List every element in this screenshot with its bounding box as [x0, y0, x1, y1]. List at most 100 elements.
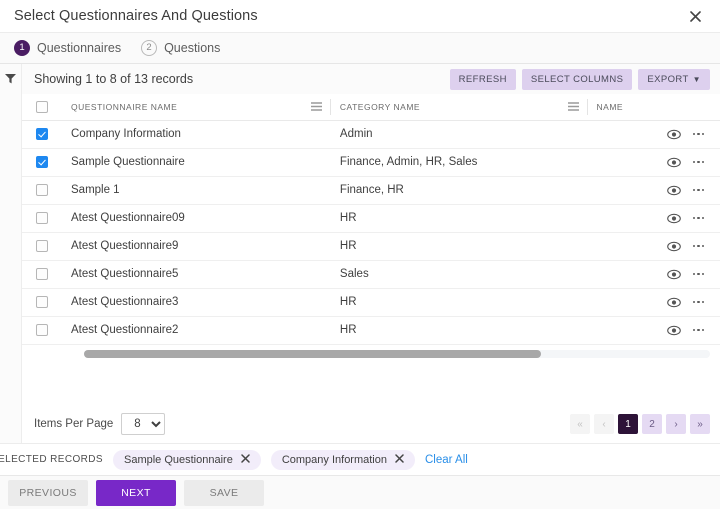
- column-name: NAME: [587, 94, 720, 120]
- column-menu-icon[interactable]: [568, 102, 579, 111]
- selected-chip[interactable]: Company Information: [271, 450, 415, 470]
- records-table: QUESTIONNAIRE NAME: [22, 94, 720, 345]
- more-options-icon[interactable]: [693, 217, 705, 220]
- row-checkbox[interactable]: [36, 296, 48, 308]
- pagination-controls: « ‹ 1 2 › »: [570, 414, 710, 434]
- select-questionnaires-dialog: Select Questionnaires And Questions 1 Qu…: [0, 0, 720, 509]
- row-checkbox-cell: [22, 288, 61, 316]
- eye-icon[interactable]: [667, 157, 681, 168]
- remove-chip-icon[interactable]: [395, 454, 404, 466]
- eye-icon[interactable]: [667, 325, 681, 336]
- cell-name: [587, 148, 720, 176]
- cell-name: [587, 316, 720, 344]
- eye-icon[interactable]: [667, 241, 681, 252]
- more-options-icon[interactable]: [693, 161, 705, 164]
- dialog-body: Showing 1 to 8 of 13 records REFRESH SEL…: [0, 64, 720, 443]
- more-options-icon[interactable]: [693, 189, 705, 192]
- step-2-badge: 2: [141, 40, 157, 56]
- selected-chip-label: Sample Questionnaire: [124, 454, 233, 466]
- cell-name: [587, 120, 720, 148]
- table-row[interactable]: Atest Questionnaire3 HR: [22, 288, 720, 316]
- cell-category-name: Finance, HR: [330, 176, 587, 204]
- cell-name: [587, 232, 720, 260]
- more-options-icon[interactable]: [693, 245, 705, 248]
- clear-all-link[interactable]: Clear All: [425, 454, 468, 466]
- row-checkbox[interactable]: [36, 212, 48, 224]
- cell-category-name: HR: [330, 232, 587, 260]
- scrollbar-thumb[interactable]: [84, 350, 541, 358]
- table-row[interactable]: Atest Questionnaire9 HR: [22, 232, 720, 260]
- row-checkbox-cell: [22, 260, 61, 288]
- selected-chip-label: Company Information: [282, 454, 387, 466]
- row-checkbox[interactable]: [36, 240, 48, 252]
- select-all-checkbox[interactable]: [36, 101, 48, 113]
- page-2-button[interactable]: 2: [642, 414, 662, 434]
- cell-questionnaire-name: Sample 1: [61, 176, 330, 204]
- cell-category-name: Admin: [330, 120, 587, 148]
- eye-icon[interactable]: [667, 269, 681, 280]
- toolbar-actions: REFRESH SELECT COLUMNS EXPORT▼: [450, 69, 710, 90]
- row-checkbox[interactable]: [36, 128, 48, 140]
- previous-page-button[interactable]: ‹: [594, 414, 614, 434]
- save-button[interactable]: SAVE: [184, 480, 264, 506]
- cell-questionnaire-name: Company Information: [61, 120, 330, 148]
- selected-chip[interactable]: Sample Questionnaire: [113, 450, 261, 470]
- more-options-icon[interactable]: [693, 133, 705, 136]
- previous-button[interactable]: PREVIOUS: [8, 480, 88, 506]
- cell-name: [587, 176, 720, 204]
- cell-questionnaire-name: Atest Questionnaire09: [61, 204, 330, 232]
- records-count-text: Showing 1 to 8 of 13 records: [34, 72, 193, 86]
- row-checkbox-cell: [22, 232, 61, 260]
- row-checkbox[interactable]: [36, 324, 48, 336]
- column-questionnaire-name: QUESTIONNAIRE NAME: [61, 94, 330, 120]
- column-menu-icon[interactable]: [311, 102, 322, 111]
- select-columns-button[interactable]: SELECT COLUMNS: [522, 69, 633, 90]
- page-1-button[interactable]: 1: [618, 414, 638, 434]
- column-name-label: NAME: [597, 102, 624, 112]
- table-row[interactable]: Atest Questionnaire5 Sales: [22, 260, 720, 288]
- more-options-icon[interactable]: [693, 301, 705, 304]
- table-toolbar: Showing 1 to 8 of 13 records REFRESH SEL…: [22, 64, 720, 94]
- items-per-page-group: Items Per Page 8: [34, 413, 165, 435]
- first-page-button[interactable]: «: [570, 414, 590, 434]
- step-1-badge: 1: [14, 40, 30, 56]
- cell-category-name: Sales: [330, 260, 587, 288]
- eye-icon[interactable]: [667, 213, 681, 224]
- table-row[interactable]: Company Information Admin: [22, 120, 720, 148]
- step-questionnaires[interactable]: 1 Questionnaires: [4, 40, 131, 56]
- table-row[interactable]: Atest Questionnaire09 HR: [22, 204, 720, 232]
- row-checkbox[interactable]: [36, 268, 48, 280]
- column-category-name: CATEGORY NAME: [330, 94, 587, 120]
- wizard-stepper: 1 Questionnaires 2 Questions: [0, 32, 720, 64]
- eye-icon[interactable]: [667, 297, 681, 308]
- export-label: EXPORT: [647, 74, 688, 85]
- more-options-icon[interactable]: [693, 273, 705, 276]
- next-button[interactable]: NEXT: [96, 480, 176, 506]
- filter-icon[interactable]: [4, 72, 17, 85]
- refresh-button[interactable]: REFRESH: [450, 69, 516, 90]
- export-button[interactable]: EXPORT▼: [638, 69, 710, 90]
- eye-icon[interactable]: [667, 185, 681, 196]
- more-options-icon[interactable]: [693, 329, 705, 332]
- step-questions[interactable]: 2 Questions: [131, 40, 230, 56]
- table-row[interactable]: Sample Questionnaire Finance, Admin, HR,…: [22, 148, 720, 176]
- cell-name: [587, 260, 720, 288]
- close-icon[interactable]: [684, 5, 706, 27]
- items-per-page-label: Items Per Page: [34, 418, 113, 430]
- table-row[interactable]: Atest Questionnaire2 HR: [22, 316, 720, 344]
- table-horizontal-scrollbar[interactable]: [22, 345, 720, 359]
- table-row[interactable]: Sample 1 Finance, HR: [22, 176, 720, 204]
- row-checkbox-cell: [22, 148, 61, 176]
- cell-name: [587, 288, 720, 316]
- row-checkbox[interactable]: [36, 156, 48, 168]
- dialog-titlebar: Select Questionnaires And Questions: [0, 0, 720, 32]
- items-per-page-select[interactable]: 8: [121, 413, 165, 435]
- last-page-button[interactable]: »: [690, 414, 710, 434]
- selected-records-bar: SELECTED RECORDS Sample Questionnaire Co…: [0, 443, 720, 475]
- eye-icon[interactable]: [667, 129, 681, 140]
- row-checkbox-cell: [22, 176, 61, 204]
- remove-chip-icon[interactable]: [241, 454, 250, 466]
- scrollbar-track[interactable]: [84, 350, 710, 358]
- next-page-button[interactable]: ›: [666, 414, 686, 434]
- row-checkbox[interactable]: [36, 184, 48, 196]
